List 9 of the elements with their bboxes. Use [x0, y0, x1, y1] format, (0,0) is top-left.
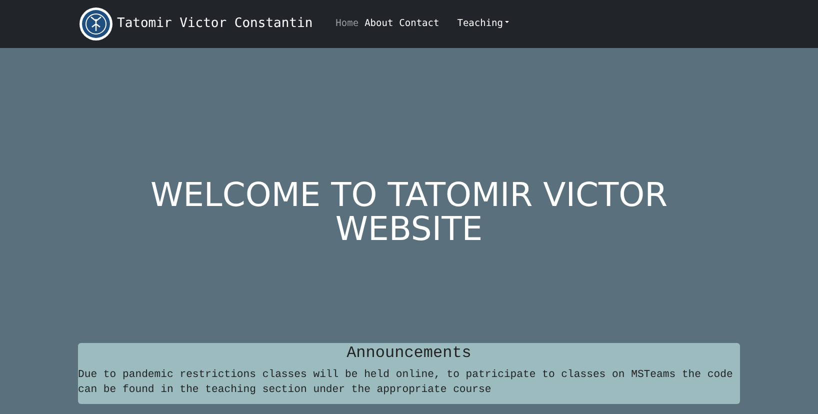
teaching-dropdown[interactable]: Teaching [454, 16, 512, 32]
logo-icon [79, 7, 113, 41]
nav-link[interactable]: Contact [396, 16, 442, 32]
announcements-title: Announcements [346, 344, 472, 364]
nav-link[interactable]: Home [332, 16, 362, 32]
site-brand[interactable]: Tatomir Victor Constantin [117, 14, 313, 34]
welcome-heading: WELCOME TO TATOMIR VICTOR WEBSITE [149, 178, 669, 246]
announcement-text: Due to pandemic restrictions classes will be held online, to patricipate to classes on MSTeams the code can be found in the teaching section under the appropriate course [78, 368, 734, 398]
nav-link[interactable]: About [362, 16, 396, 32]
